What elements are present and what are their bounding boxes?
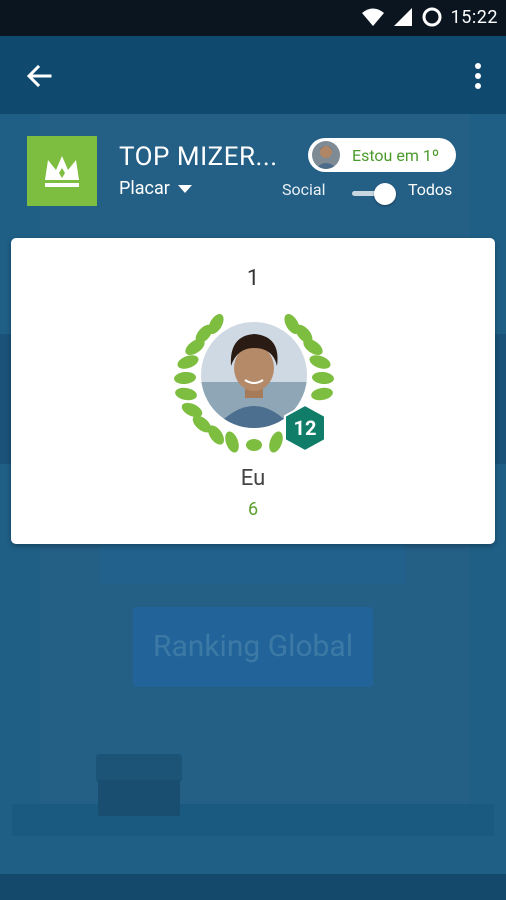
top-player-card[interactable]: 1 12 Eu 6 (11, 238, 495, 544)
player-level: 12 (293, 416, 317, 440)
crown-icon (45, 156, 79, 187)
chest-lid (96, 754, 182, 782)
background-bottom-bar (0, 874, 506, 900)
back-arrow-icon[interactable] (24, 62, 54, 90)
app-bar (0, 36, 506, 114)
placar-dropdown[interactable]: Placar (119, 178, 192, 199)
more-vert-icon[interactable] (472, 62, 484, 90)
player-name: Eu (240, 466, 266, 491)
leaderboard-icon (27, 136, 97, 206)
toggle-knob (374, 183, 396, 205)
my-position-pill[interactable]: Estou em 1º (308, 138, 456, 172)
background-shelf (12, 804, 494, 836)
leaderboard-title: TOP MIZER... (119, 142, 278, 172)
player-score: 6 (247, 499, 259, 520)
status-bar: 15:22 (0, 0, 506, 36)
ranking-global-button: Ranking Global (133, 607, 373, 687)
chest-icon (98, 780, 180, 816)
todos-label: Todos (408, 180, 453, 199)
wifi-icon (361, 8, 384, 26)
social-label: Social (282, 180, 326, 199)
signal-icon (393, 8, 412, 26)
dropdown-caret-icon (177, 184, 192, 193)
battery-icon (422, 7, 442, 27)
leaderboard-header: TOP MIZER... Placar Estou em 1º Social T… (0, 114, 506, 234)
social-todos-toggle[interactable] (352, 182, 398, 206)
player-rank: 1 (246, 266, 260, 291)
avatar (312, 141, 340, 169)
my-position-label: Estou em 1º (352, 145, 440, 165)
status-time: 15:22 (450, 6, 498, 28)
status-icons: 15:22 (361, 6, 498, 28)
placar-label: Placar (119, 178, 170, 199)
